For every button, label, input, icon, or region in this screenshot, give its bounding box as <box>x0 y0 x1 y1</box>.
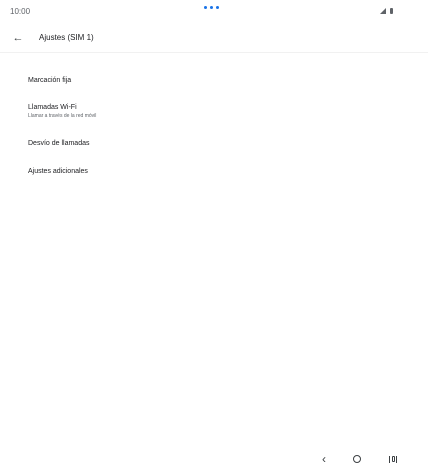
status-time: 10:00 <box>10 7 31 16</box>
navigation-bar: ‹ <box>0 446 428 476</box>
status-icons <box>380 8 393 14</box>
list-item-title: Ajustes adicionales <box>28 168 88 175</box>
recents-icon <box>389 455 397 463</box>
battery-icon <box>390 8 393 14</box>
nav-recents-button[interactable] <box>383 451 403 467</box>
arrow-left-icon: ← <box>12 31 24 44</box>
list-item-desvio-llamadas[interactable]: Desvío de llamadas <box>28 139 408 149</box>
status-bar: 10:00 <box>0 0 428 24</box>
list-item-title: Llamadas Wi-Fi <box>28 104 77 111</box>
list-item-ajustes-adicionales[interactable]: Ajustes adicionales <box>28 167 408 177</box>
nav-back-button[interactable]: ‹ <box>314 451 334 467</box>
back-button[interactable]: ← <box>9 30 27 46</box>
list-item-subtitle: Llamar a través de la red móvil <box>28 113 97 119</box>
signal-icon <box>380 8 386 14</box>
page-title: Ajustes (SIM 1) <box>39 33 94 42</box>
app-bar: ← Ajustes (SIM 1) <box>0 24 428 53</box>
home-circle-icon <box>353 455 361 463</box>
nav-home-button[interactable] <box>347 451 367 467</box>
list-item-llamadas-wifi[interactable]: Llamadas Wi-Fi Llamar a través de la red… <box>28 103 408 120</box>
list-item-title: Marcación fija <box>28 77 72 84</box>
chevron-left-icon: ‹ <box>322 452 326 466</box>
list-item-marcacion-fija[interactable]: Marcación fija <box>28 76 408 86</box>
list-item-title: Desvío de llamadas <box>28 140 90 147</box>
notification-dots-icon <box>204 6 219 9</box>
